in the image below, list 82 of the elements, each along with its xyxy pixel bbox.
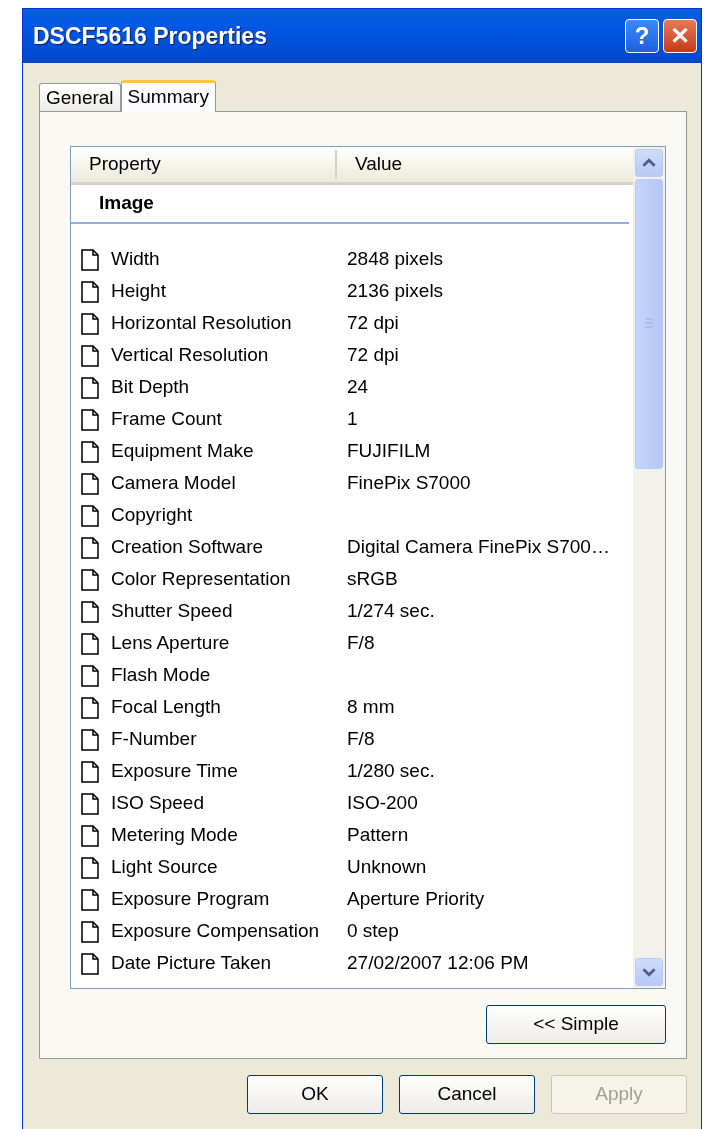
document-icon — [81, 696, 99, 719]
property-value: FUJIFILM — [347, 439, 431, 464]
property-name: F-Number — [111, 727, 198, 752]
property-name: Exposure Program — [111, 887, 271, 912]
property-name: ISO Speed — [111, 791, 205, 816]
document-icon — [81, 312, 99, 335]
property-name: Horizontal Resolution — [111, 311, 293, 336]
document-icon — [81, 472, 99, 495]
document-icon — [81, 600, 99, 623]
property-value: Pattern — [347, 823, 409, 848]
property-value: FinePix S7000 — [347, 471, 471, 496]
document-icon — [81, 920, 99, 943]
column-header[interactable]: Value — [337, 150, 403, 179]
document-icon — [81, 440, 99, 463]
property-value: 72 dpi — [347, 343, 399, 368]
simple-button[interactable]: << Simple — [486, 1005, 666, 1044]
property-name: Height — [111, 279, 167, 304]
help-button[interactable]: ? — [625, 19, 659, 53]
property-value: 2136 pixels — [347, 279, 444, 304]
property-value: 1 — [347, 407, 358, 432]
property-value: Digital Camera FinePix S700… — [347, 535, 610, 560]
column-header[interactable]: Property — [71, 150, 337, 179]
property-name: Shutter Speed — [111, 599, 234, 624]
property-value: 1/280 sec. — [347, 759, 435, 784]
document-icon — [81, 408, 99, 431]
document-icon — [81, 760, 99, 783]
dialog-button[interactable]: Cancel — [399, 1075, 535, 1114]
document-icon — [81, 344, 99, 367]
property-value: F/8 — [347, 727, 375, 752]
document-icon — [81, 888, 99, 911]
property-name: Light Source — [111, 855, 219, 880]
property-value: Aperture Priority — [347, 887, 485, 912]
property-name: Exposure Compensation — [111, 919, 321, 944]
document-icon — [81, 568, 99, 591]
property-name: Flash Mode — [111, 663, 212, 688]
property-name: Camera Model — [111, 471, 237, 496]
group-heading: Image — [71, 185, 629, 224]
property-value: ISO-200 — [347, 791, 418, 816]
property-name: Lens Aperture — [111, 631, 231, 656]
property-name: Creation Software — [111, 535, 265, 560]
property-name: Metering Mode — [111, 823, 239, 848]
document-icon — [81, 664, 99, 687]
property-value: 1/274 sec. — [347, 599, 435, 624]
window-title: DSCF5616 Properties — [33, 21, 268, 51]
property-name: Vertical Resolution — [111, 343, 270, 368]
scroll-thumb[interactable] — [635, 179, 663, 469]
scroll-up-icon[interactable] — [635, 149, 663, 177]
document-icon — [81, 728, 99, 751]
property-value: 24 — [347, 375, 369, 400]
document-icon — [81, 856, 99, 879]
document-icon — [81, 248, 99, 271]
document-icon — [81, 504, 99, 527]
document-icon — [81, 632, 99, 655]
property-value: sRGB — [347, 567, 398, 592]
property-name: Bit Depth — [111, 375, 191, 400]
document-icon — [81, 824, 99, 847]
property-value: 72 dpi — [347, 311, 399, 336]
property-name: Date Picture Taken — [111, 951, 273, 976]
property-name: Focal Length — [111, 695, 222, 720]
property-value: 2848 pixels — [347, 247, 444, 272]
tab[interactable]: General — [39, 83, 121, 111]
dialog-button[interactable]: OK — [247, 1075, 383, 1114]
document-icon — [81, 792, 99, 815]
property-value: 8 mm — [347, 695, 395, 720]
property-name: Copyright — [111, 503, 194, 528]
property-value: 27/02/2007 12:06 PM — [347, 951, 529, 976]
document-icon — [81, 952, 99, 975]
scroll-down-icon[interactable] — [635, 958, 663, 986]
property-name: Frame Count — [111, 407, 223, 432]
property-name: Color Representation — [111, 567, 292, 592]
document-icon — [81, 536, 99, 559]
property-name: Width — [111, 247, 161, 272]
document-icon — [81, 376, 99, 399]
property-value: F/8 — [347, 631, 375, 656]
property-value: Unknown — [347, 855, 427, 880]
property-name: Equipment Make — [111, 439, 255, 464]
scrollbar[interactable] — [633, 147, 665, 988]
property-value: 0 step — [347, 919, 399, 944]
close-button[interactable]: ✕ — [663, 19, 697, 53]
property-name: Exposure Time — [111, 759, 239, 784]
tab[interactable]: Summary — [120, 80, 216, 112]
document-icon — [81, 280, 99, 303]
